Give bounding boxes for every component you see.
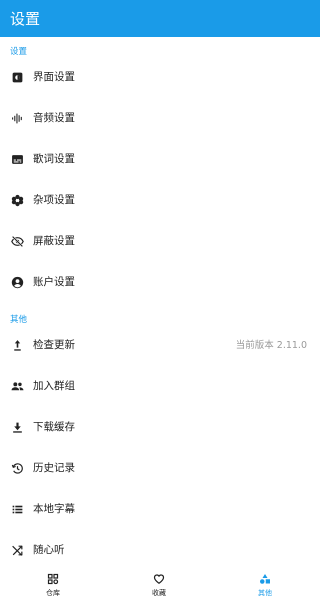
nav-item-other[interactable]: 其他 (212, 568, 318, 600)
settings-item-label: 杂项设置 (33, 194, 75, 206)
group-icon (10, 379, 25, 394)
shapes-icon (259, 573, 271, 585)
nav-label: 仓库 (46, 589, 60, 597)
settings-item-group[interactable]: 加入群组 (0, 366, 320, 407)
settings-item-label: 账户设置 (33, 276, 75, 288)
settings-item-label: 随心听 (33, 544, 65, 556)
settings-item-label: 检查更新 (33, 339, 75, 351)
nav-label: 其他 (258, 589, 272, 597)
settings-item-label: 加入群组 (33, 380, 75, 392)
shuffle-icon (10, 543, 25, 558)
list-icon (10, 502, 25, 517)
version-text: 当前版本 2.11.0 (235, 340, 307, 351)
page-title: 设置 (10, 10, 41, 28)
section-header-other: 其他 (10, 315, 28, 325)
history-icon (10, 461, 25, 476)
flower-icon (10, 193, 25, 208)
waveform-icon (10, 111, 25, 126)
settings-item-lyrics[interactable]: 歌词设置 (0, 139, 320, 180)
eye-off-icon (10, 234, 25, 249)
settings-item-label: 屏蔽设置 (33, 235, 75, 247)
settings-item-update[interactable]: 检查更新 当前版本 2.11.0 (0, 325, 320, 366)
settings-item-misc[interactable]: 杂项设置 (0, 180, 320, 221)
settings-item-label: 歌词设置 (33, 153, 75, 165)
brightness-icon (10, 70, 25, 85)
bottom-nav: 仓库 收藏 其他 (0, 568, 320, 600)
section-header-settings: 设置 (10, 47, 28, 57)
settings-item-label: 历史记录 (33, 462, 75, 474)
settings-item-shuffle[interactable]: 随心听 (0, 530, 320, 571)
settings-item-block[interactable]: 屏蔽设置 (0, 221, 320, 262)
account-icon (10, 275, 25, 290)
settings-item-label: 音频设置 (33, 112, 75, 124)
heart-icon (153, 573, 165, 585)
settings-item-audio[interactable]: 音频设置 (0, 98, 320, 139)
arrow-up-icon (10, 338, 25, 353)
grid-icon (47, 573, 59, 585)
download-icon (10, 420, 25, 435)
settings-item-label: 界面设置 (33, 71, 75, 83)
settings-item-cache[interactable]: 下载缓存 (0, 407, 320, 448)
settings-item-label: 下载缓存 (33, 421, 75, 433)
nav-label: 收藏 (152, 589, 166, 597)
settings-item-account[interactable]: 账户设置 (0, 262, 320, 303)
settings-item-ui[interactable]: 界面设置 (0, 57, 320, 98)
settings-item-label: 本地字幕 (33, 503, 75, 515)
settings-item-subtitles[interactable]: 本地字幕 (0, 489, 320, 530)
settings-item-history[interactable]: 历史记录 (0, 448, 320, 489)
subtitles-icon (10, 152, 25, 167)
app-bar: 设置 (0, 0, 320, 37)
nav-item-library[interactable]: 仓库 (0, 568, 106, 600)
nav-item-favorites[interactable]: 收藏 (106, 568, 212, 600)
